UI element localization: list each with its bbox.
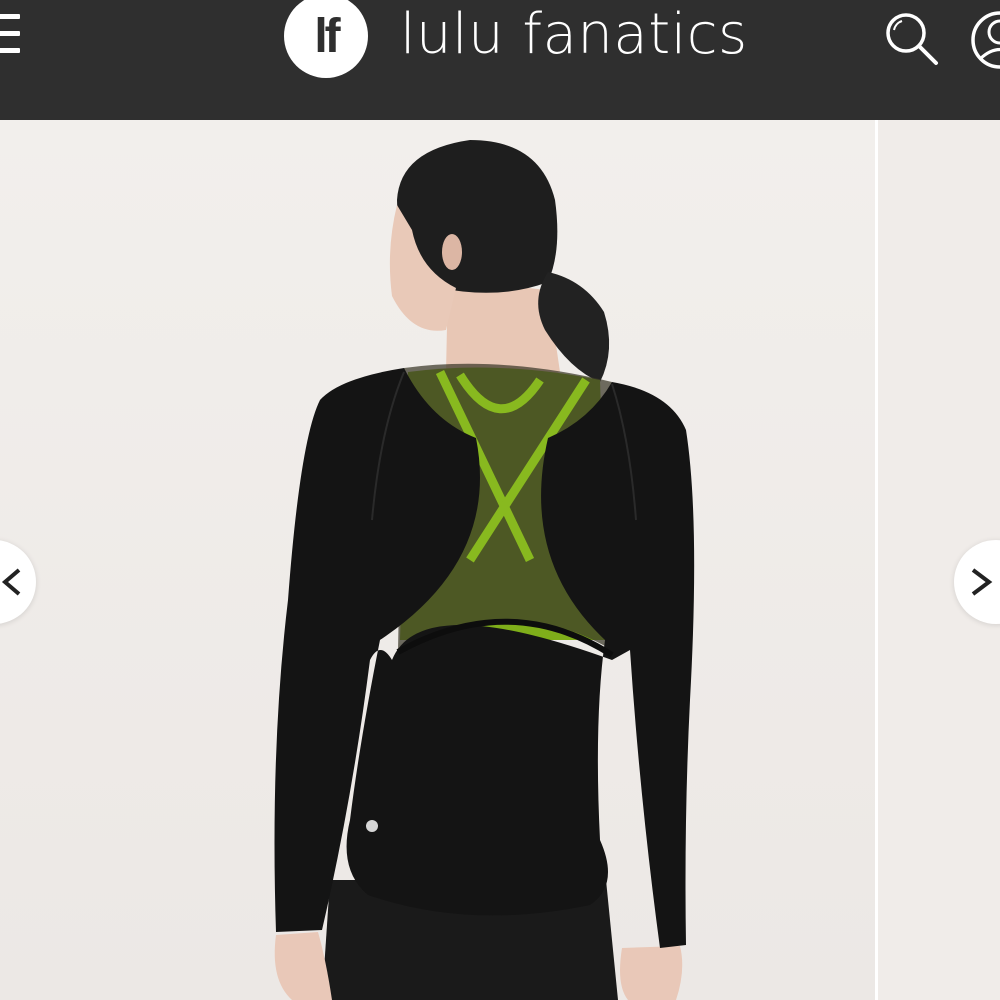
account-icon <box>971 11 1000 69</box>
model-illustration <box>274 140 695 1000</box>
app-header: lf lulu fanatics <box>0 0 1000 120</box>
logo-letters: lf <box>314 9 340 63</box>
brand-name: lulu fanatics <box>400 1 748 67</box>
chevron-right-icon <box>971 568 993 596</box>
search-button[interactable] <box>880 6 944 70</box>
site-logo[interactable]: lf lulu fanatics <box>284 0 748 80</box>
account-button[interactable] <box>966 4 1000 74</box>
chevron-left-icon <box>1 568 21 596</box>
logo-badge: lf <box>284 0 368 78</box>
product-photo[interactable] <box>0 120 875 1000</box>
search-icon <box>886 13 938 65</box>
menu-button[interactable] <box>0 14 20 54</box>
